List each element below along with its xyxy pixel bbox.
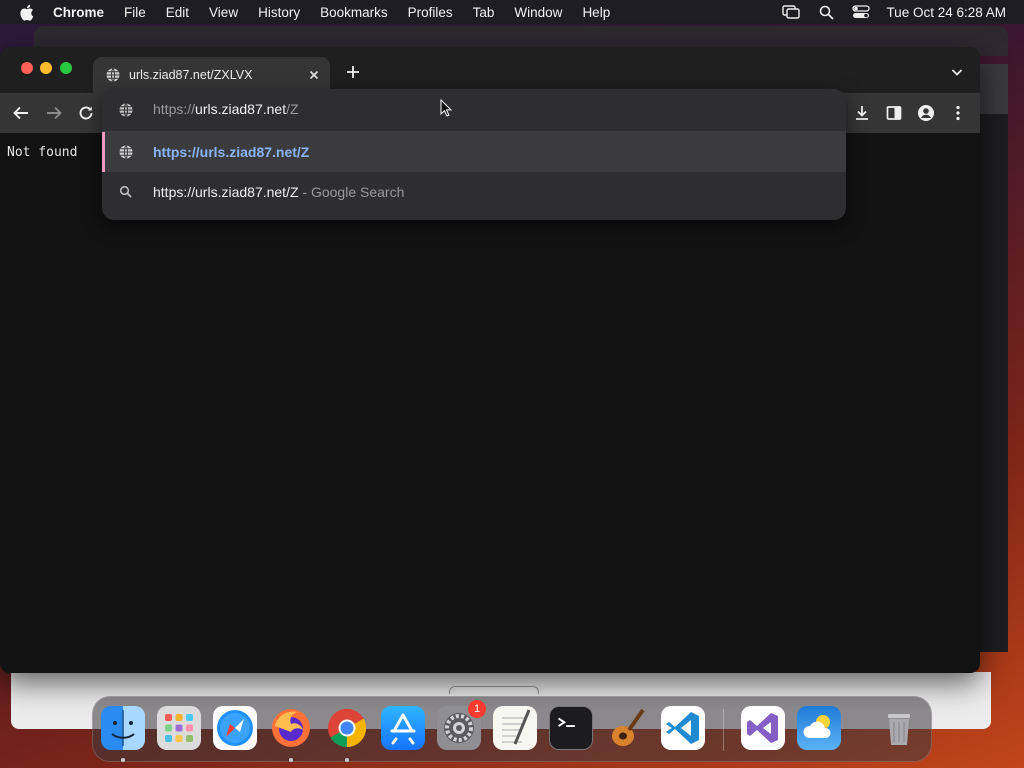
background-window-edge[interactable] [978,64,1008,652]
notification-badge: 1 [468,700,486,718]
running-indicator [289,758,293,762]
suggestion-query: https://urls.ziad87.net/Z [153,184,299,200]
tab-strip: urls.ziad87.net/ZXLVX [0,47,980,93]
url-host: urls.ziad87.net [195,101,287,117]
minimize-window-button[interactable] [40,62,52,74]
visual-studio-icon[interactable] [741,706,785,750]
vscode-icon[interactable] [661,706,705,750]
menu-app-name[interactable]: Chrome [53,5,104,20]
finder-icon[interactable] [101,706,145,750]
status-area: Tue Oct 24 6:28 AM [765,0,1006,24]
terminal-icon[interactable] [549,706,593,750]
globe-icon [118,102,134,118]
url-path: /Z [286,101,299,117]
new-tab-icon[interactable] [344,63,362,81]
menu-tab[interactable]: Tab [473,5,495,20]
profile-avatar-icon[interactable] [916,103,936,123]
page-body-text: Not found [7,145,78,160]
menu-profiles[interactable]: Profiles [408,5,453,20]
menu-file[interactable]: File [124,5,146,20]
chrome-icon[interactable] [325,706,369,750]
menu-history[interactable]: History [258,5,300,20]
search-icon [118,184,134,200]
running-indicator [121,758,125,762]
firefox-icon[interactable] [269,706,313,750]
menu-help[interactable]: Help [582,5,610,20]
garageband-icon[interactable] [605,706,649,750]
menu-bookmarks[interactable]: Bookmarks [320,5,388,20]
address-bar-text: https://urls.ziad87.net/Z [153,101,299,117]
tab-title: urls.ziad87.net/ZXLVX [129,68,253,82]
dock: 1 [92,696,932,762]
back-arrow-icon[interactable] [11,103,31,123]
running-indicator [345,758,349,762]
forward-arrow-icon[interactable] [44,103,64,123]
tab-search-chevron-icon[interactable] [948,63,966,81]
menu-view[interactable]: View [209,5,238,20]
reload-icon[interactable] [76,103,96,123]
screen-mirroring-icon[interactable] [782,4,801,20]
tab-active[interactable]: urls.ziad87.net/ZXLVX [93,57,330,93]
suggestion-suffix: - Google Search [298,184,405,200]
suggestion-label: https://urls.ziad87.net/Z - Google Searc… [153,184,404,200]
selection-indicator [102,132,105,172]
weather-icon[interactable] [797,706,841,750]
textedit-icon[interactable] [493,706,537,750]
menu-bar: Chrome File Edit View History Bookmarks … [0,0,1024,24]
dock-separator [723,709,724,751]
download-icon[interactable] [852,103,872,123]
suggestion-search[interactable]: https://urls.ziad87.net/Z - Google Searc… [102,172,846,212]
trash-icon[interactable] [877,706,921,750]
maximize-window-button[interactable] [60,62,72,74]
spotlight-search-icon[interactable] [817,4,835,20]
apple-menu-icon[interactable] [19,4,35,21]
more-menu-icon[interactable] [948,103,968,123]
app-store-icon[interactable] [381,706,425,750]
suggestion-label: https://urls.ziad87.net/Z [153,144,310,160]
mouse-pointer-icon [440,98,453,117]
safari-icon[interactable] [213,706,257,750]
globe-icon [105,67,121,83]
menu-window[interactable]: Window [514,5,562,20]
menu-bar-clock[interactable]: Tue Oct 24 6:28 AM [886,5,1006,20]
menu-edit[interactable]: Edit [166,5,189,20]
globe-icon [118,144,134,160]
address-bar-input[interactable]: https://urls.ziad87.net/Z [102,89,846,131]
control-center-icon[interactable] [852,4,871,20]
suggestion-url[interactable]: https://urls.ziad87.net/Z [102,132,846,172]
launchpad-icon[interactable] [157,706,201,750]
side-panel-icon[interactable] [884,103,904,123]
omnibox-dropdown: https://urls.ziad87.net/Z https://urls.z… [102,89,846,220]
close-tab-icon[interactable] [306,67,322,83]
close-window-button[interactable] [21,62,33,74]
url-scheme: https:// [153,101,196,117]
